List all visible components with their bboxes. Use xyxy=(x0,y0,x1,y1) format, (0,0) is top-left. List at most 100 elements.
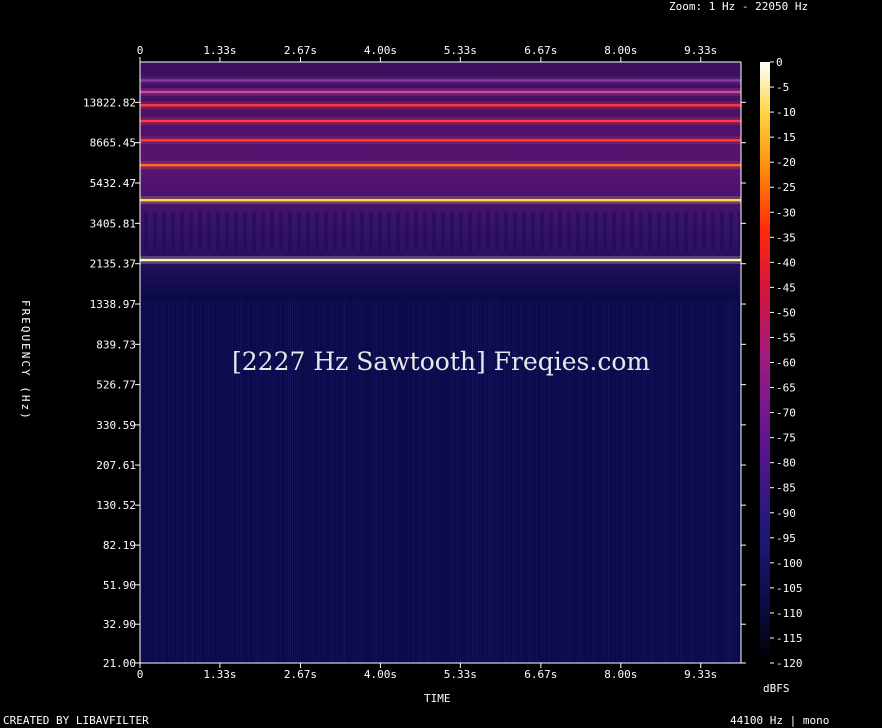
noise-column xyxy=(652,294,653,663)
x-tick-label-top: 5.33s xyxy=(444,44,477,57)
noise-column xyxy=(682,294,683,663)
colorbar-tick-label: -35 xyxy=(776,231,796,244)
modulation-column xyxy=(378,211,382,251)
noise-column xyxy=(686,294,687,663)
noise-column xyxy=(662,294,663,663)
modulation-column xyxy=(207,211,211,251)
x-tick-label-top: 0 xyxy=(137,44,144,57)
y-tick-label: 207.61 xyxy=(96,459,136,472)
noise-column xyxy=(658,294,659,663)
noise-column xyxy=(674,294,675,663)
noise-column xyxy=(168,294,169,663)
x-axis-label: TIME xyxy=(424,692,451,705)
noise-column xyxy=(724,294,725,663)
noise-column xyxy=(156,294,157,663)
colorbar-tick-label: -55 xyxy=(776,331,796,344)
colorbar-tick-label: -115 xyxy=(776,632,803,645)
modulation-column xyxy=(558,211,562,251)
noise-column xyxy=(172,294,173,663)
modulation-column xyxy=(180,211,184,251)
colorbar-tick-label: -80 xyxy=(776,457,796,470)
y-tick-label: 51.90 xyxy=(103,579,136,592)
modulation-column xyxy=(261,211,265,251)
colorbar-tick-label: -15 xyxy=(776,131,796,144)
y-tick-label: 2135.37 xyxy=(90,258,136,271)
noise-column xyxy=(174,294,175,663)
modulation-column xyxy=(333,211,337,251)
modulation-column xyxy=(603,211,607,251)
noise-column xyxy=(704,294,705,663)
noise-column xyxy=(668,294,669,663)
noise-column xyxy=(676,294,677,663)
noise-column xyxy=(200,294,201,663)
noise-column xyxy=(148,294,149,663)
noise-column xyxy=(204,294,205,663)
noise-column xyxy=(158,294,159,663)
colorbar-label: dBFS xyxy=(763,682,790,695)
x-tick-label-bottom: 9.33s xyxy=(684,668,717,681)
noise-column xyxy=(222,294,223,663)
noise-column xyxy=(672,294,673,663)
modulation-column xyxy=(459,211,463,251)
colorbar xyxy=(760,62,770,663)
modulation-column xyxy=(162,211,166,251)
noise-column xyxy=(144,294,145,663)
noise-column xyxy=(220,294,221,663)
modulation-column xyxy=(450,211,454,251)
x-tick-label-bottom: 6.67s xyxy=(524,668,557,681)
noise-column xyxy=(718,294,719,663)
modulation-column xyxy=(585,211,589,251)
noise-column xyxy=(702,294,703,663)
harmonic-line xyxy=(140,258,741,262)
colorbar-tick-label: -75 xyxy=(776,432,796,445)
colorbar-tick-label: -45 xyxy=(776,281,796,294)
noise-column xyxy=(170,294,171,663)
noise-column xyxy=(152,294,153,663)
modulation-column xyxy=(243,211,247,251)
modulation-column xyxy=(423,211,427,251)
noise-column xyxy=(180,294,181,663)
noise-column xyxy=(146,294,147,663)
colorbar-tick-label: -95 xyxy=(776,532,796,545)
noise-column xyxy=(732,294,733,663)
noise-column xyxy=(166,294,167,663)
y-tick-label: 32.90 xyxy=(103,618,136,631)
noise-column xyxy=(722,294,723,663)
noise-column xyxy=(730,294,731,663)
y-tick-label: 3405.81 xyxy=(90,217,136,230)
colorbar-tick-label: -30 xyxy=(776,206,796,219)
colorbar-tick-label: -60 xyxy=(776,357,796,370)
modulation-column xyxy=(279,211,283,251)
modulation-column xyxy=(414,211,418,251)
modulation-column xyxy=(432,211,436,251)
modulation-column xyxy=(153,211,157,251)
noise-column xyxy=(226,294,227,663)
modulation-column xyxy=(198,211,202,251)
modulation-column xyxy=(729,211,733,251)
noise-column xyxy=(208,294,209,663)
modulation-column xyxy=(612,211,616,251)
modulation-column xyxy=(324,211,328,251)
created-by-label: CREATED BY LIBAVFILTER xyxy=(3,714,149,727)
noise-column xyxy=(670,294,671,663)
colorbar-tick-label: -40 xyxy=(776,256,796,269)
x-tick-label-bottom: 5.33s xyxy=(444,668,477,681)
modulation-column xyxy=(468,211,472,251)
noise-column xyxy=(216,294,217,663)
x-tick-label-bottom: 4.00s xyxy=(364,668,397,681)
modulation-column xyxy=(549,211,553,251)
y-tick-label: 5432.47 xyxy=(90,177,136,190)
noise-column xyxy=(678,294,679,663)
noise-column xyxy=(210,294,211,663)
harmonic-line xyxy=(140,79,741,82)
y-axis-label: FREQUENCY (Hz) xyxy=(19,300,32,421)
modulation-column xyxy=(387,211,391,251)
y-tick-label: 130.52 xyxy=(96,499,136,512)
x-tick-label-bottom: 2.67s xyxy=(284,668,317,681)
colorbar-tick-label: 0 xyxy=(776,56,783,69)
modulation-column xyxy=(639,211,643,251)
colorbar-tick-label: -70 xyxy=(776,407,796,420)
modulation-column xyxy=(351,211,355,251)
harmonic-line xyxy=(140,90,741,94)
y-tick-label: 13822.82 xyxy=(83,96,136,109)
